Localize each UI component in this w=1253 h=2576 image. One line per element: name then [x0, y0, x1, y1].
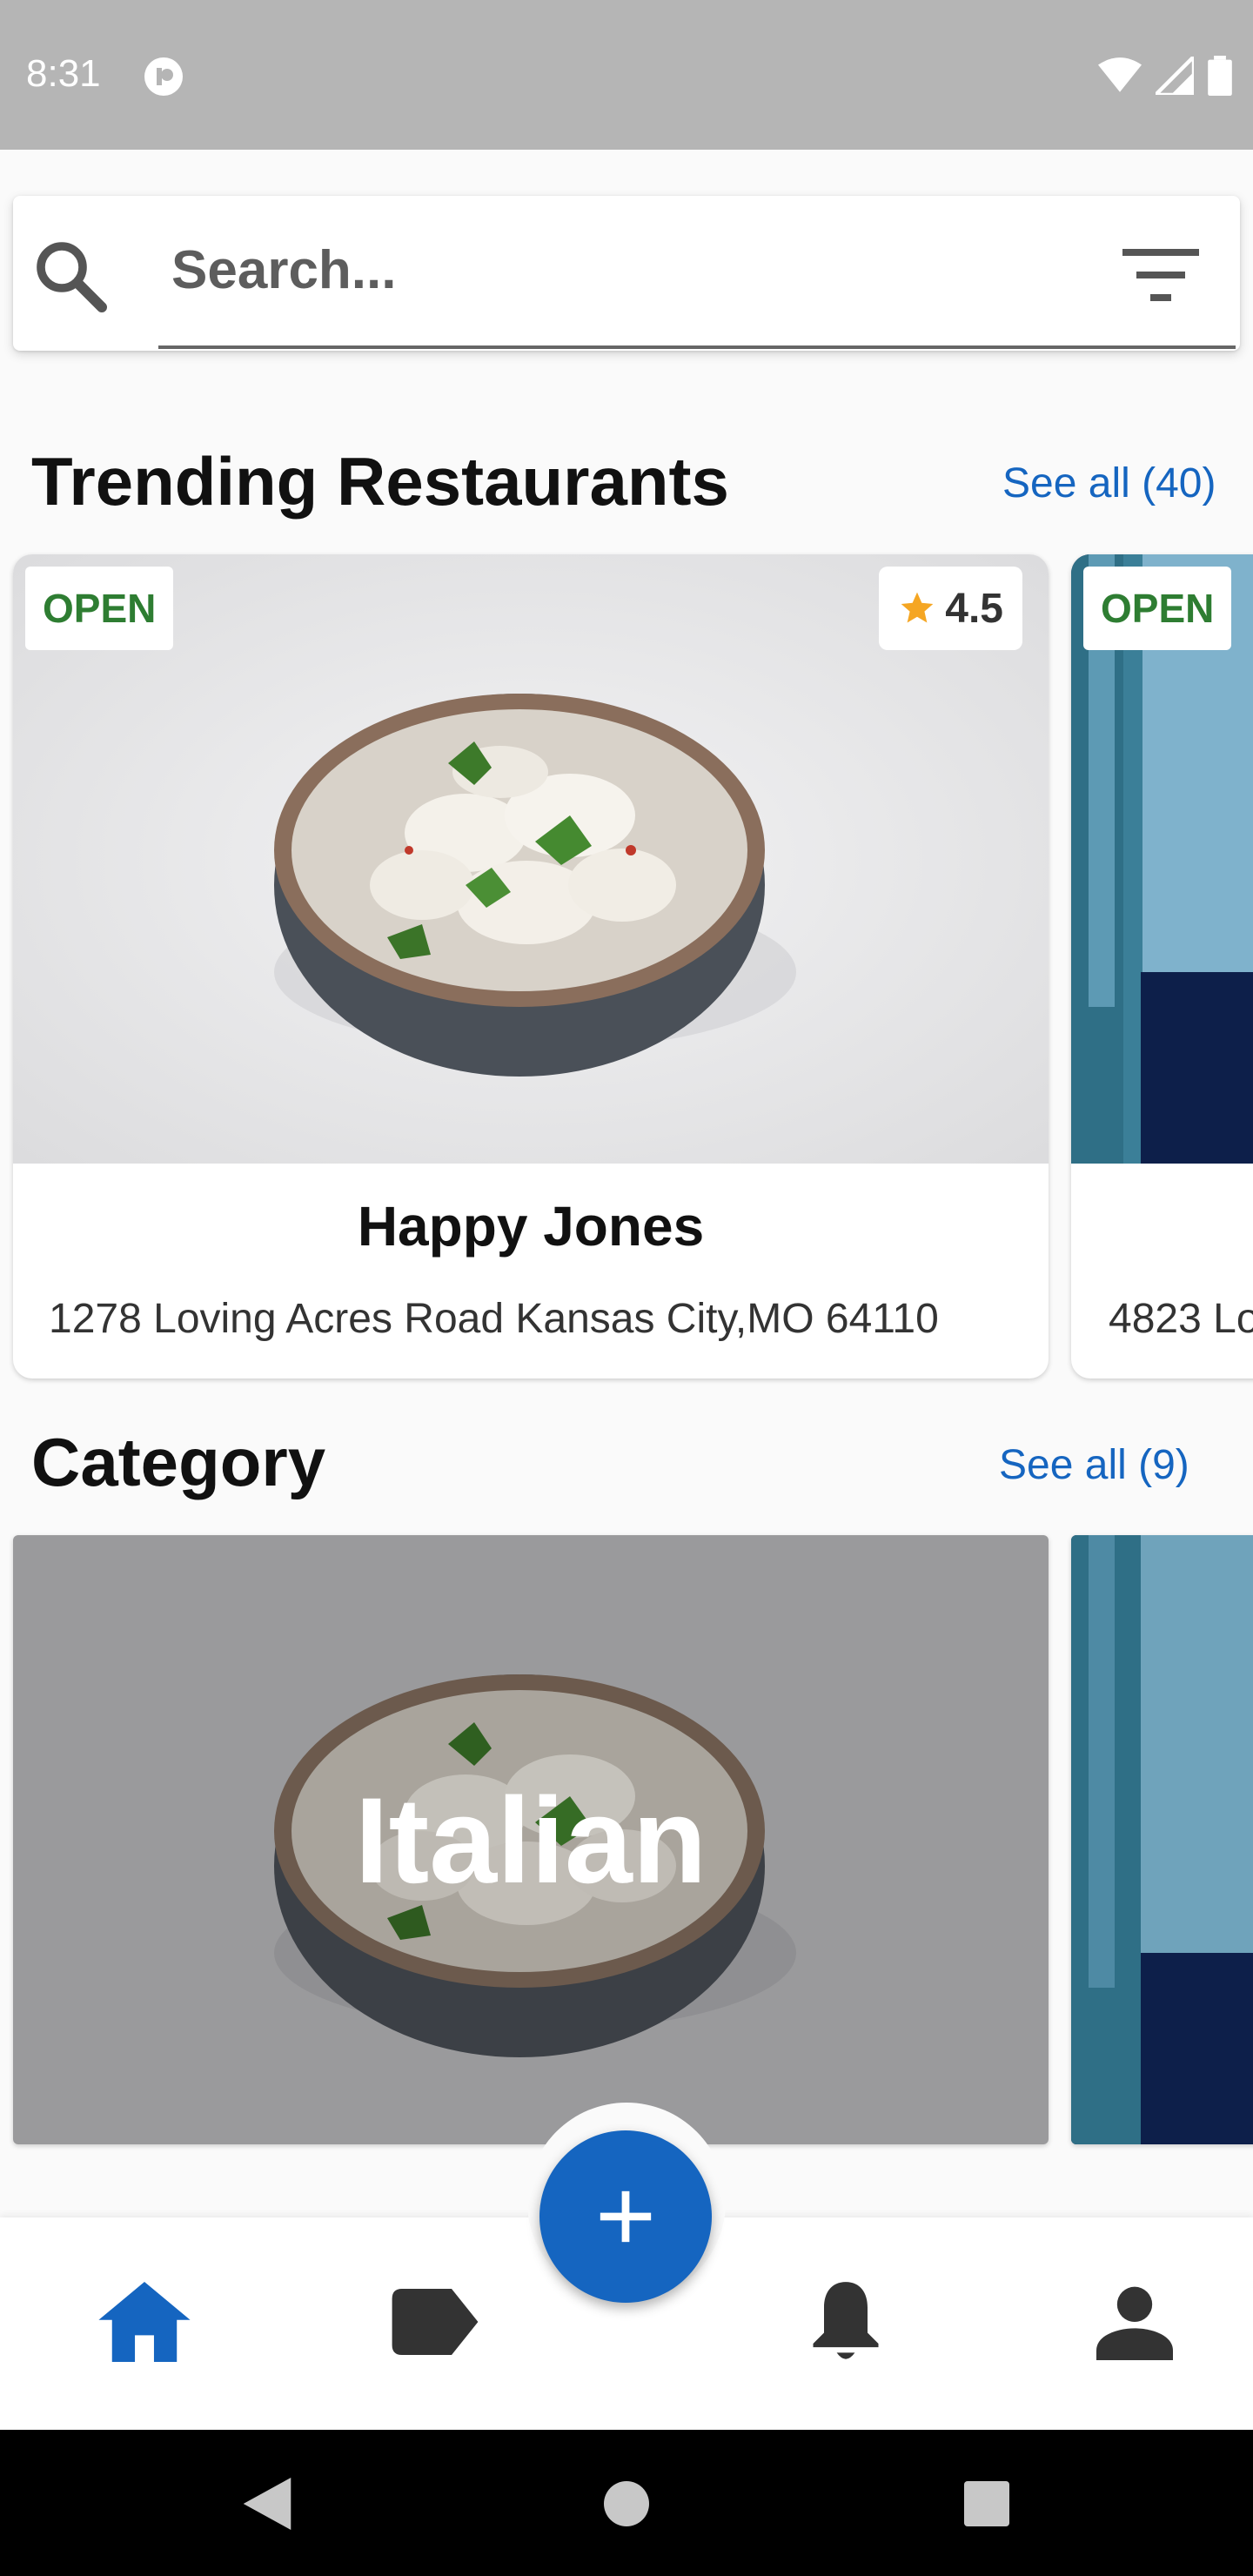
star-icon [901, 592, 934, 623]
recents-icon [964, 2481, 1009, 2526]
category-card[interactable]: Italian [13, 1535, 1049, 2144]
bell-icon [813, 2282, 879, 2359]
home-button[interactable] [587, 2465, 666, 2543]
restaurant-address: 1278 Loving Acres Road Kansas City,MO 64… [49, 1296, 939, 1342]
search-input[interactable] [157, 231, 1245, 309]
status-bar: 8:31 [0, 0, 1253, 150]
restaurant-address: 4823 Lo [1109, 1296, 1253, 1342]
status-time: 8:31 [26, 52, 101, 95]
status-icons [1098, 56, 1232, 96]
battery-icon [1208, 56, 1232, 96]
recents-button[interactable] [948, 2465, 1026, 2543]
nav-notifications[interactable] [794, 2270, 898, 2374]
nav-offers[interactable] [383, 2270, 487, 2374]
person-icon [1096, 2286, 1173, 2360]
category-card[interactable] [1071, 1535, 1253, 2144]
open-status-badge: OPEN [25, 567, 174, 650]
add-fab-button[interactable] [539, 2130, 712, 2303]
nav-home[interactable] [92, 2270, 197, 2374]
restaurant-card[interactable]: OPEN [1071, 554, 1253, 1379]
system-navigation-bar [0, 2430, 1253, 2576]
category-label: Italian [354, 1772, 707, 1909]
plus-icon [600, 2190, 652, 2243]
category-photo [1071, 1535, 1253, 2144]
app-notification-icon [144, 57, 183, 96]
tag-icon [392, 2289, 479, 2355]
filter-icon[interactable] [1122, 245, 1199, 303]
search-bar [13, 196, 1245, 351]
back-icon [243, 2478, 291, 2530]
trending-title: Trending Restaurants [31, 443, 729, 520]
see-all-categories-link[interactable]: See all (9) [999, 1441, 1189, 1489]
rating-value: 4.5 [945, 585, 1003, 632]
home-icon [98, 2282, 191, 2362]
category-title: Category [31, 1424, 326, 1500]
search-underline [158, 345, 1236, 349]
wifi-icon [1098, 57, 1142, 92]
open-status-badge: OPEN [1083, 567, 1232, 650]
see-all-restaurants-link[interactable]: See all (40) [1002, 460, 1216, 507]
search-icon[interactable] [29, 234, 112, 318]
back-button[interactable] [228, 2465, 306, 2543]
home-circle-icon [604, 2481, 649, 2526]
rating-badge: 4.5 [879, 567, 1022, 650]
signal-icon [1156, 57, 1194, 95]
nav-profile[interactable] [1082, 2270, 1187, 2374]
restaurant-name: Happy Jones [357, 1195, 705, 1258]
